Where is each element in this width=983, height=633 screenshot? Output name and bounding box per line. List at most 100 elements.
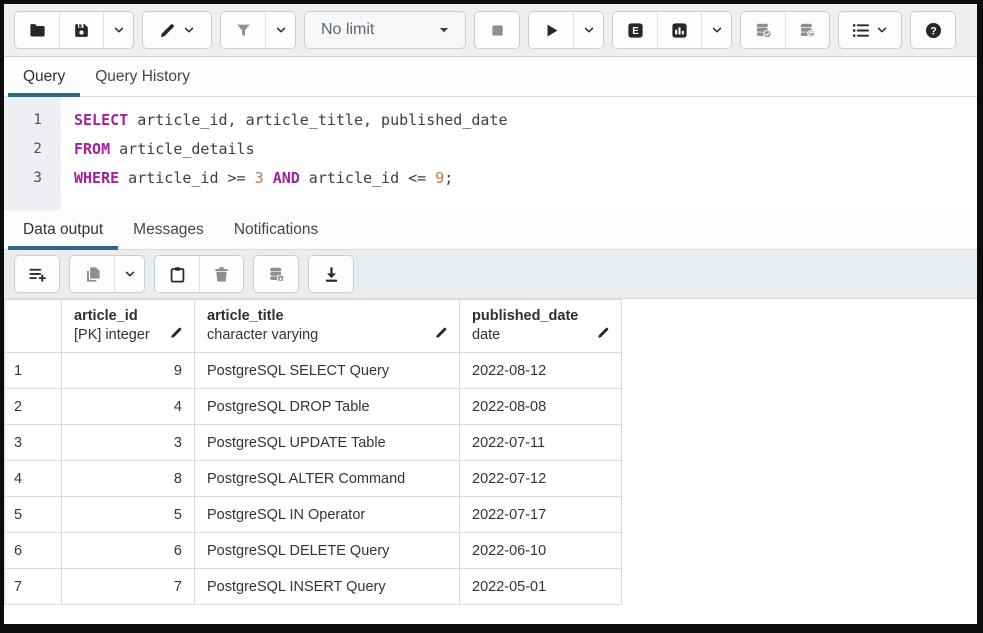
grid-cell-published_date[interactable]: 2022-07-11 xyxy=(460,425,622,461)
help-button[interactable]: ? xyxy=(911,12,955,48)
execute-button-group xyxy=(528,11,604,49)
rollback-button[interactable] xyxy=(785,12,829,48)
grid-cell-article_id[interactable]: 8 xyxy=(62,461,195,497)
filter-menu-button[interactable] xyxy=(265,12,295,48)
grid-cell-published_date[interactable]: 2022-08-08 xyxy=(460,389,622,425)
tab-query[interactable]: Query xyxy=(8,57,80,96)
grid-cell-article_id[interactable]: 6 xyxy=(62,533,195,569)
line-number-gutter: 123 xyxy=(4,97,61,210)
grid-cell-article_id[interactable]: 4 xyxy=(62,389,195,425)
save-menu-button[interactable] xyxy=(103,12,133,48)
macros-icon xyxy=(851,21,870,40)
tab-query-history-label: Query History xyxy=(95,68,190,86)
grid-cell-article_id[interactable]: 5 xyxy=(62,497,195,533)
tab-notifications-label: Notifications xyxy=(234,221,318,239)
tab-data-output[interactable]: Data output xyxy=(8,210,118,249)
open-file-button[interactable] xyxy=(15,12,59,48)
column-name: article_title xyxy=(207,307,318,326)
paste-button[interactable] xyxy=(155,256,199,292)
file-button-group xyxy=(14,11,134,49)
grid-cell-article_id[interactable]: 3 xyxy=(62,425,195,461)
column-name: published_date xyxy=(472,307,578,326)
stop-icon xyxy=(488,21,507,40)
grid-row: 19PostgreSQL SELECT Query2022-08-12 xyxy=(5,353,622,389)
add-row-icon xyxy=(28,265,47,284)
explain-menu-button[interactable] xyxy=(701,12,731,48)
tab-query-label: Query xyxy=(23,68,65,86)
transaction-button-group xyxy=(740,11,830,49)
tab-notifications[interactable]: Notifications xyxy=(219,210,333,249)
row-number-cell[interactable]: 3 xyxy=(5,425,62,461)
edit-column-icon[interactable] xyxy=(169,325,184,340)
explain-icon: E xyxy=(626,21,645,40)
chevron-down-icon xyxy=(274,23,288,37)
edit-menu-button[interactable] xyxy=(143,12,211,48)
row-number-cell[interactable]: 4 xyxy=(5,461,62,497)
grid-cell-published_date[interactable]: 2022-05-01 xyxy=(460,569,622,605)
save-data-button[interactable] xyxy=(254,256,298,292)
explain-analyze-button[interactable] xyxy=(657,12,701,48)
sql-code[interactable]: SELECT article_id, article_title, publis… xyxy=(61,97,977,210)
copy-group xyxy=(69,255,145,293)
download-results-button[interactable] xyxy=(309,256,353,292)
row-number-cell[interactable]: 7 xyxy=(5,569,62,605)
line-number: 1 xyxy=(4,106,61,135)
copy-button[interactable] xyxy=(70,256,114,292)
grid-cell-article_title[interactable]: PostgreSQL ALTER Command xyxy=(195,461,460,497)
grid-cell-article_title[interactable]: PostgreSQL SELECT Query xyxy=(195,353,460,389)
copy-menu-button[interactable] xyxy=(114,256,144,292)
grid-cell-article_title[interactable]: PostgreSQL UPDATE Table xyxy=(195,425,460,461)
delete-row-button[interactable] xyxy=(199,256,243,292)
edit-column-icon[interactable] xyxy=(434,325,449,340)
column-header-published_date[interactable]: published_datedate xyxy=(460,300,622,353)
edit-column-icon[interactable] xyxy=(596,325,611,340)
grid-cell-article_title[interactable]: PostgreSQL DELETE Query xyxy=(195,533,460,569)
caret-down-icon xyxy=(437,23,451,37)
grid-row: 33PostgreSQL UPDATE Table2022-07-11 xyxy=(5,425,622,461)
sql-token: article_details xyxy=(110,140,255,158)
main-toolbar: No limit E xyxy=(4,4,977,57)
grid-cell-article_id[interactable]: 7 xyxy=(62,569,195,605)
tab-query-history[interactable]: Query History xyxy=(80,57,205,96)
column-header-article_id[interactable]: article_id[PK] integer xyxy=(62,300,195,353)
commit-button[interactable] xyxy=(741,12,785,48)
row-limit-select[interactable]: No limit xyxy=(304,11,466,49)
svg-text:E: E xyxy=(632,26,639,37)
grid-cell-article_title[interactable]: PostgreSQL INSERT Query xyxy=(195,569,460,605)
sql-editor[interactable]: 123 SELECT article_id, article_title, pu… xyxy=(4,97,977,210)
row-number-cell[interactable]: 5 xyxy=(5,497,62,533)
line-number: 3 xyxy=(4,164,61,193)
filter-button[interactable] xyxy=(221,12,265,48)
grid-cell-published_date[interactable]: 2022-08-12 xyxy=(460,353,622,389)
stop-button[interactable] xyxy=(475,12,519,48)
tab-messages-label: Messages xyxy=(133,221,204,239)
sql-token: 9 xyxy=(435,169,444,187)
results-grid-area: article_id[PK] integerarticle_titlechara… xyxy=(4,299,977,624)
column-name: article_id xyxy=(74,307,150,326)
column-header-article_title[interactable]: article_titlecharacter varying xyxy=(195,300,460,353)
explain-analyze-icon xyxy=(670,21,689,40)
row-number-cell[interactable]: 2 xyxy=(5,389,62,425)
execute-menu-button[interactable] xyxy=(573,12,603,48)
help-button-group: ? xyxy=(910,11,956,49)
grid-corner-cell[interactable] xyxy=(5,300,62,353)
row-number-cell[interactable]: 6 xyxy=(5,533,62,569)
filter-icon xyxy=(234,21,253,40)
macros-button-group xyxy=(838,11,902,49)
help-icon: ? xyxy=(924,21,943,40)
row-number-cell[interactable]: 1 xyxy=(5,353,62,389)
save-icon xyxy=(72,21,91,40)
explain-button[interactable]: E xyxy=(613,12,657,48)
grid-cell-article_title[interactable]: PostgreSQL DROP Table xyxy=(195,389,460,425)
grid-cell-article_id[interactable]: 9 xyxy=(62,353,195,389)
execute-button[interactable] xyxy=(529,12,573,48)
grid-cell-article_title[interactable]: PostgreSQL IN Operator xyxy=(195,497,460,533)
save-file-button[interactable] xyxy=(59,12,103,48)
grid-cell-published_date[interactable]: 2022-07-17 xyxy=(460,497,622,533)
tab-messages[interactable]: Messages xyxy=(118,210,219,249)
macros-menu-button[interactable] xyxy=(839,12,901,48)
grid-cell-published_date[interactable]: 2022-06-10 xyxy=(460,533,622,569)
grid-cell-published_date[interactable]: 2022-07-12 xyxy=(460,461,622,497)
add-row-button[interactable] xyxy=(15,256,59,292)
sql-token xyxy=(264,169,273,187)
